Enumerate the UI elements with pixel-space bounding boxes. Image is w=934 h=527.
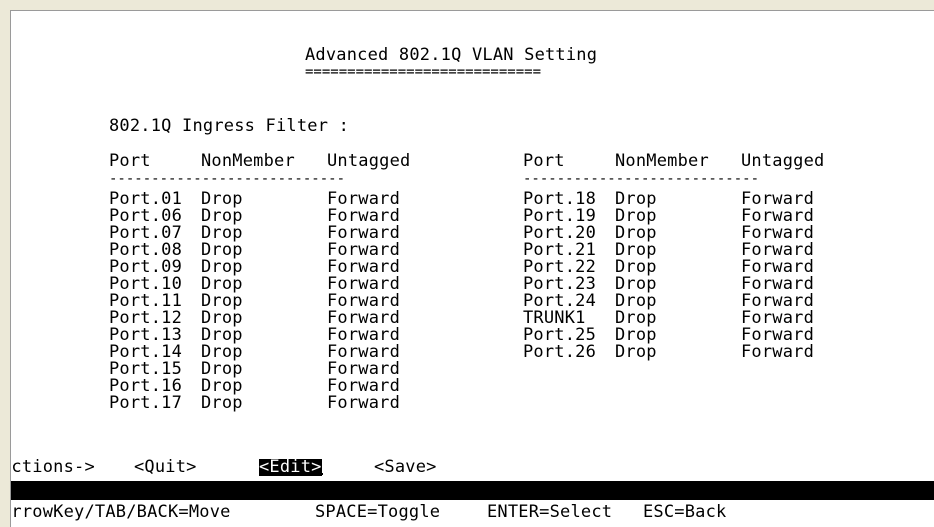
left-header-rule: ---------------------------- — [109, 171, 346, 187]
right-col-port-header: Port — [523, 151, 565, 171]
actions-label: Actions-> — [10, 457, 95, 477]
page-title: Advanced 802.1Q VLAN Setting — [305, 45, 598, 65]
untagged-value[interactable]: Forward — [741, 344, 814, 361]
nonmember-value[interactable]: Drop — [615, 344, 657, 361]
help-toggle: SPACE=Toggle — [315, 502, 441, 522]
terminal-window: Advanced 802.1Q VLAN Setting ===========… — [10, 10, 934, 527]
right-col-nonmember-header: NonMember — [615, 151, 709, 171]
quit-button[interactable]: <Quit> — [134, 459, 197, 476]
save-button[interactable]: <Save> — [374, 459, 437, 476]
title-underline: ============================ — [305, 64, 542, 80]
right-header-rule: ---------------------------- — [523, 171, 760, 187]
left-col-port-header: Port — [109, 151, 151, 171]
help-move: ArrowKey/TAB/BACK=Move — [10, 502, 231, 522]
left-col-nonmember-header: NonMember — [201, 151, 295, 171]
ingress-filter-label: 802.1Q Ingress Filter : — [109, 116, 350, 136]
port-name: Port.17 — [109, 393, 183, 413]
left-col-untagged-header: Untagged — [327, 151, 411, 171]
right-col-untagged-header: Untagged — [741, 151, 825, 171]
help-back: ESC=Back — [643, 502, 727, 522]
nonmember-value[interactable]: Drop — [201, 395, 243, 412]
untagged-value[interactable]: Forward — [327, 395, 400, 412]
help-select: ENTER=Select — [487, 502, 613, 522]
status-bar — [11, 481, 934, 500]
port-name: Port.26 — [523, 342, 597, 362]
text-cursor — [313, 459, 323, 478]
